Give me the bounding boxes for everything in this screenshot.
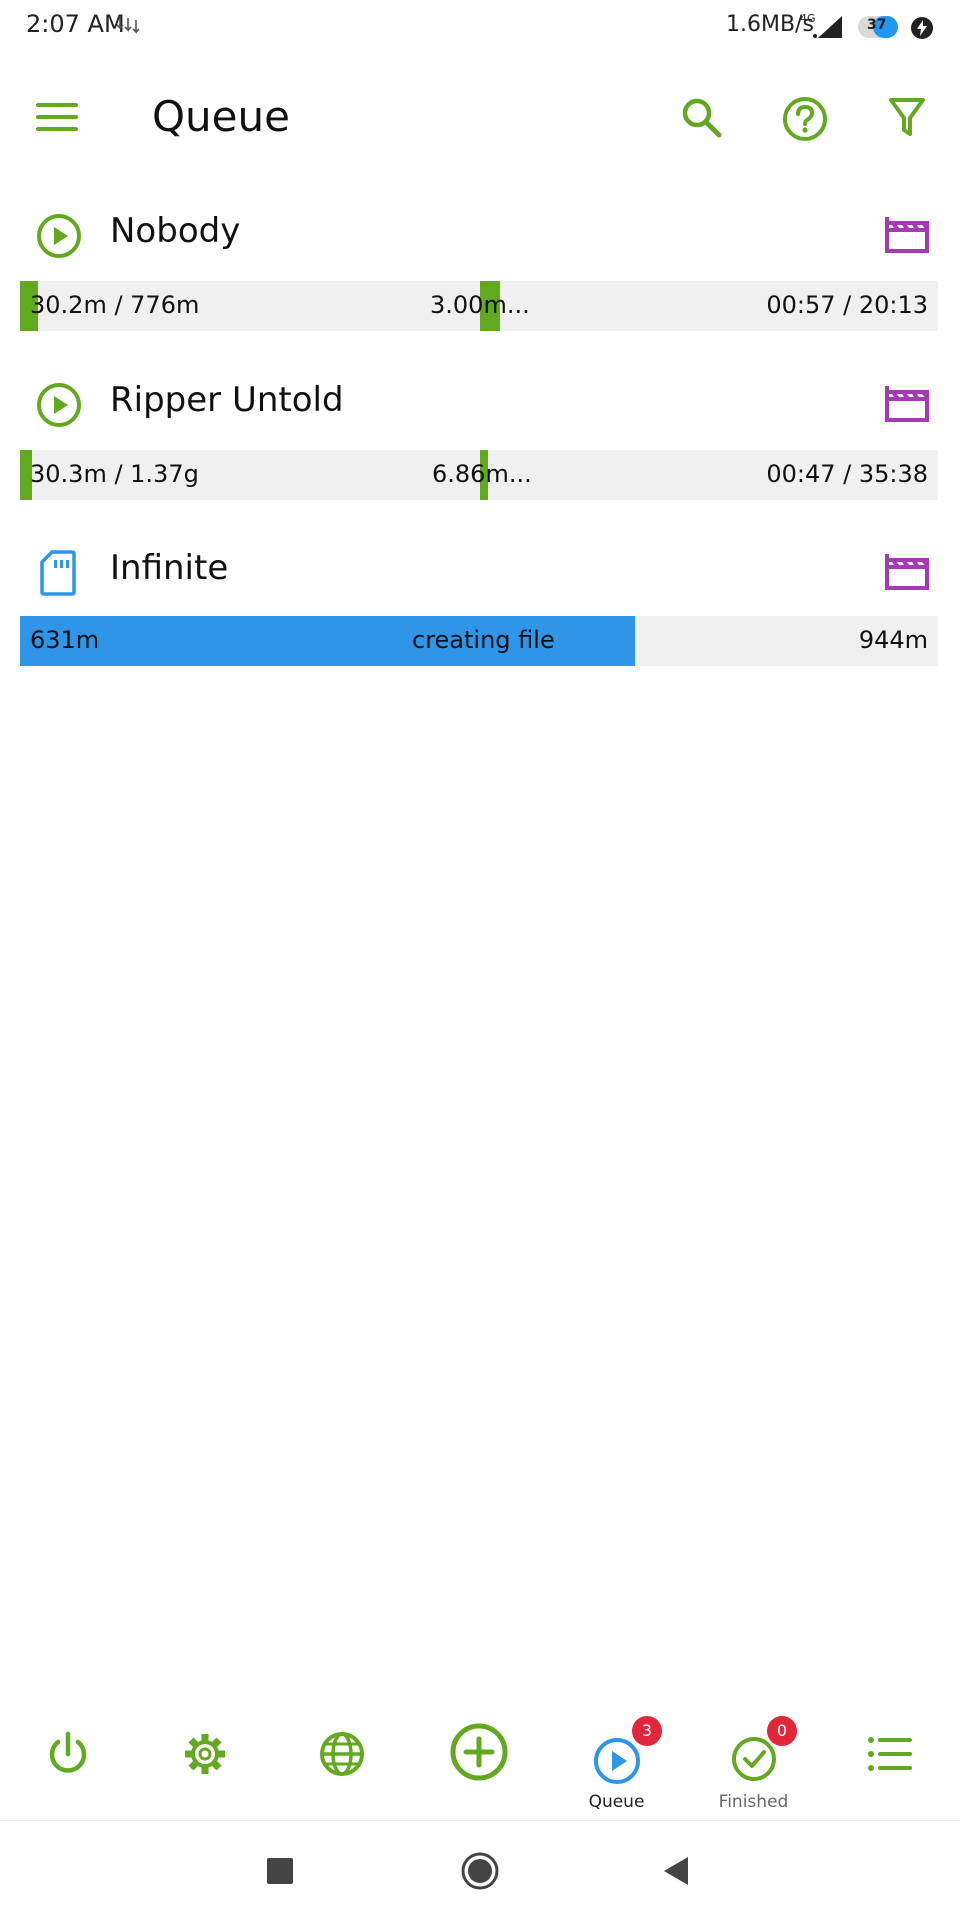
square-icon[interactable] — [266, 1857, 294, 1885]
queue-badge: 3 — [632, 1716, 662, 1746]
app-bar: Queue — [0, 70, 960, 166]
download-time: 00:57 / 20:13 — [766, 291, 928, 319]
menu-icon[interactable] — [36, 102, 78, 132]
play-icon[interactable] — [36, 382, 82, 428]
download-speed: 6.86m... — [432, 460, 532, 488]
film-icon — [885, 386, 929, 422]
download-speed: 3.00m... — [430, 291, 530, 319]
queue-play-icon[interactable] — [592, 1736, 642, 1786]
nav-label: Queue — [588, 1792, 645, 1812]
film-icon — [885, 554, 929, 590]
nav-label: Finished — [718, 1792, 789, 1812]
queue-item[interactable]: Ripper Untold 30.3m / 1.37g 6.86m... 00:… — [0, 364, 960, 524]
back-triangle-icon[interactable] — [660, 1855, 690, 1887]
nav-browser[interactable] — [274, 1700, 411, 1820]
total-size: 944m — [858, 626, 928, 654]
download-status: creating file — [412, 626, 555, 654]
home-button[interactable] — [420, 1821, 540, 1921]
search-icon[interactable] — [680, 96, 724, 140]
settings-icon[interactable] — [181, 1730, 229, 1778]
nav-list[interactable] — [822, 1700, 959, 1820]
item-title: Ripper Untold — [110, 380, 344, 420]
item-title: Infinite — [110, 548, 229, 588]
status-time: 2:07 AM — [26, 10, 125, 38]
battery-level: 37 — [867, 17, 887, 33]
download-size: 30.2m / 776m — [30, 291, 200, 319]
nav-queue[interactable]: 3 Queue — [548, 1700, 685, 1820]
page-title: Queue — [152, 92, 290, 141]
system-navigation-bar — [0, 1820, 960, 1921]
queue-item[interactable]: Nobody 30.2m / 776m 3.00m... 00:57 / 20:… — [0, 195, 960, 355]
status-bar: 2:07 AM 1.6MB/s 4G 37 — [0, 0, 960, 56]
home-circle-icon[interactable] — [460, 1851, 500, 1891]
list-icon[interactable] — [866, 1730, 914, 1778]
charging-icon — [911, 17, 933, 39]
nav-add[interactable] — [411, 1700, 548, 1820]
queue-item[interactable]: Infinite 631m creating file 944m — [0, 532, 960, 692]
check-icon[interactable] — [731, 1736, 777, 1782]
nav-finished[interactable]: 0 Finished — [685, 1700, 822, 1820]
sd-card-icon — [40, 550, 76, 596]
progress-bar: 30.3m / 1.37g 6.86m... 00:47 / 35:38 — [20, 450, 938, 500]
bottom-navigation: 3 Queue 0 Finished — [0, 1700, 960, 1820]
filter-icon[interactable] — [888, 96, 926, 140]
finished-badge: 0 — [767, 1716, 797, 1746]
help-icon[interactable] — [782, 96, 828, 142]
power-icon[interactable] — [44, 1730, 92, 1778]
download-size: 30.3m / 1.37g — [30, 460, 199, 488]
add-icon[interactable] — [449, 1722, 509, 1782]
progress-bar: 631m creating file 944m — [20, 616, 938, 666]
download-status-icon — [116, 16, 140, 34]
nav-power[interactable] — [0, 1700, 137, 1820]
play-icon[interactable] — [36, 213, 82, 259]
signal-icon — [813, 16, 842, 38]
battery-icon: 37 — [858, 16, 898, 38]
download-time: 00:47 / 35:38 — [766, 460, 928, 488]
item-title: Nobody — [110, 211, 241, 251]
nav-settings[interactable] — [137, 1700, 274, 1820]
back-button[interactable] — [616, 1821, 736, 1921]
film-icon — [885, 217, 929, 253]
globe-icon[interactable] — [318, 1730, 366, 1778]
recents-button[interactable] — [220, 1821, 340, 1921]
progress-bar: 30.2m / 776m 3.00m... 00:57 / 20:13 — [20, 281, 938, 331]
downloaded-size: 631m — [30, 626, 100, 654]
